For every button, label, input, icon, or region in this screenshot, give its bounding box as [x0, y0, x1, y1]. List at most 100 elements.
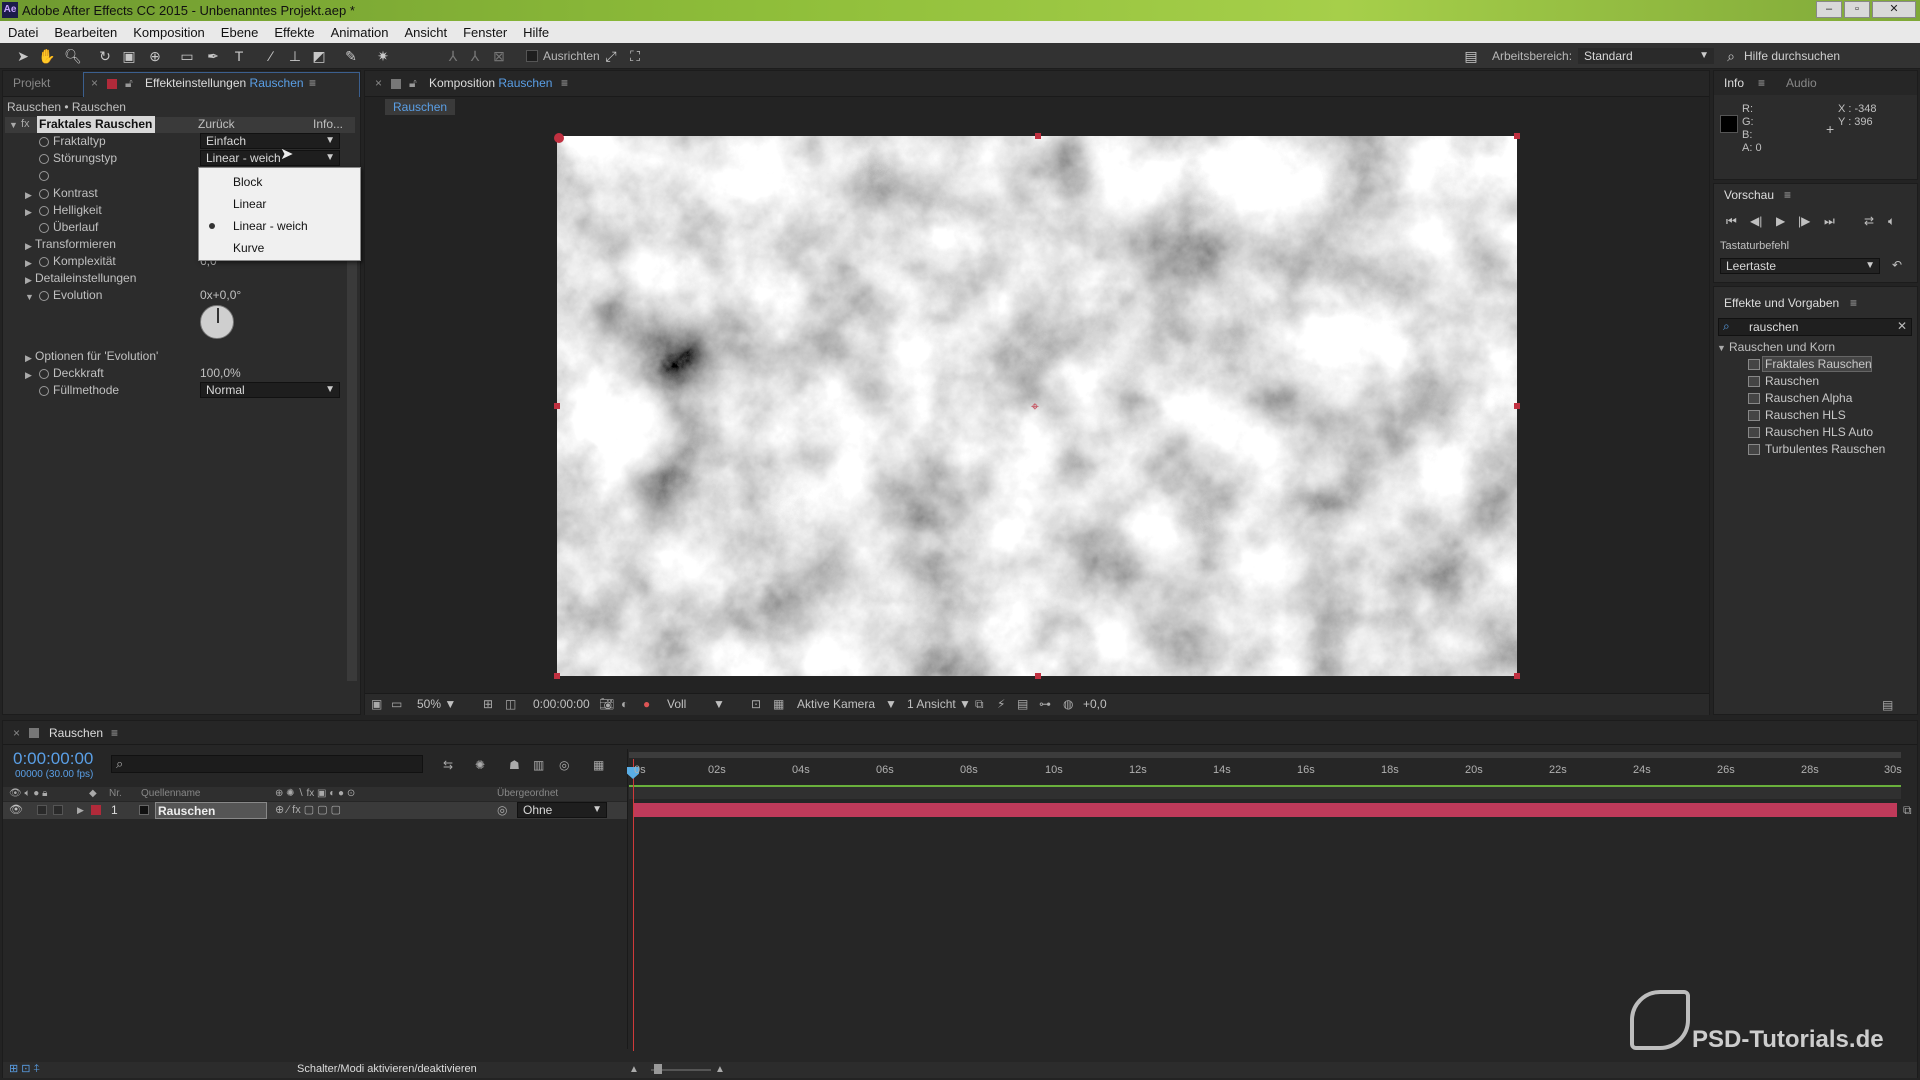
- stopwatch-icon[interactable]: [39, 369, 49, 379]
- layer-expand-icon[interactable]: ▶: [77, 802, 84, 819]
- first-frame-icon[interactable]: ⏮: [1726, 213, 1737, 230]
- option-linear[interactable]: Linear: [199, 193, 359, 215]
- anchor-point-icon[interactable]: ⌖: [1031, 399, 1045, 413]
- menu-datei[interactable]: Datei: [0, 25, 46, 40]
- work-area-bar[interactable]: [629, 752, 1901, 758]
- option-linear-weich[interactable]: Linear - weich: [199, 215, 359, 237]
- mask-visibility-icon[interactable]: ◫: [505, 696, 516, 713]
- shy-layers-icon[interactable]: ☗: [509, 757, 520, 774]
- timeline-timecode[interactable]: 0:00:00:00: [13, 749, 93, 769]
- stopwatch-icon[interactable]: [39, 189, 49, 199]
- toggle-switches-modes[interactable]: Schalter/Modi aktivieren/deaktivieren: [297, 1061, 477, 1078]
- channel-icon[interactable]: ●: [643, 696, 650, 713]
- tab-project[interactable]: Projekt: [13, 71, 50, 95]
- region-of-interest-icon[interactable]: ⊡: [751, 696, 761, 713]
- last-frame-icon[interactable]: ⏭: [1824, 213, 1835, 230]
- info-link[interactable]: Info...: [313, 116, 343, 133]
- snap-options-icon[interactable]: ⛶: [626, 47, 644, 65]
- selection-tool-icon[interactable]: ➤: [14, 47, 32, 65]
- evolution-value[interactable]: 0x+0,0°: [200, 287, 241, 304]
- layer-duration-bar[interactable]: [633, 803, 1897, 817]
- maximize-button[interactable]: ▫: [1844, 1, 1870, 18]
- effect-name[interactable]: Fraktales Rauschen: [37, 116, 155, 133]
- category-expand-icon[interactable]: ▼: [1717, 340, 1726, 357]
- option-block[interactable]: Block: [199, 171, 359, 193]
- transparency-grid-icon[interactable]: ▦: [773, 696, 784, 713]
- stopwatch-icon[interactable]: [39, 386, 49, 396]
- deckkraft-expand-icon[interactable]: ▶: [25, 370, 35, 381]
- resolution-select[interactable]: Voll ▼: [667, 696, 725, 713]
- lock-icon[interactable]: 🔓︎: [125, 71, 133, 95]
- menu-effekte[interactable]: Effekte: [266, 25, 322, 40]
- anchor-handle[interactable]: [554, 133, 564, 143]
- reset-icon[interactable]: ↶: [1892, 257, 1902, 274]
- tab-effect-controls[interactable]: Effekteinstellungen Rauschen: [145, 71, 304, 95]
- menu-ebene[interactable]: Ebene: [213, 25, 267, 40]
- stopwatch-icon[interactable]: [39, 257, 49, 267]
- camera-tool-icon[interactable]: ▣: [120, 47, 138, 65]
- panel-menu-icon[interactable]: ≡: [1850, 295, 1857, 312]
- zoom-out-icon[interactable]: ▲: [629, 1061, 639, 1078]
- preset-rauschen-hls-auto[interactable]: Rauschen HLS Auto: [1765, 424, 1873, 440]
- close-tab-icon[interactable]: ×: [91, 71, 98, 95]
- scrollbar[interactable]: [347, 211, 357, 681]
- text-tool-icon[interactable]: T: [230, 47, 248, 65]
- loop-icon[interactable]: ⇄: [1864, 213, 1874, 230]
- previous-frame-icon[interactable]: ◀|: [1750, 213, 1762, 230]
- exposure-value[interactable]: +0,0: [1083, 696, 1107, 713]
- transform-handle[interactable]: [1514, 403, 1520, 409]
- comp-mini-flowchart-icon[interactable]: ⇆: [443, 757, 453, 774]
- stopwatch-icon[interactable]: [39, 154, 49, 164]
- tab-info[interactable]: Info: [1724, 71, 1744, 95]
- show-snapshot-icon[interactable]: ◐: [621, 696, 628, 713]
- fraktaltyp-select[interactable]: Einfach ▼: [200, 133, 340, 149]
- views-select[interactable]: 1 Ansicht ▼: [907, 696, 971, 713]
- camera-select[interactable]: Aktive Kamera ▼: [797, 696, 897, 713]
- close-button[interactable]: ✕: [1872, 1, 1916, 18]
- monitor-icon[interactable]: ▭: [391, 696, 402, 713]
- shortcut-select[interactable]: Leertaste ▼: [1720, 258, 1880, 274]
- panel-menu-icon[interactable]: ≡: [561, 71, 568, 95]
- transform-handle[interactable]: [554, 673, 560, 679]
- audio-icon[interactable]: 🔈︎: [1888, 213, 1895, 230]
- stopwatch-icon[interactable]: [39, 137, 49, 147]
- preset-rauschen-hls[interactable]: Rauschen HLS: [1765, 407, 1846, 423]
- parent-pickwhip-icon[interactable]: ◎: [497, 802, 507, 819]
- menu-hilfe[interactable]: Hilfe: [515, 25, 557, 40]
- play-icon[interactable]: ▶: [1776, 213, 1785, 230]
- tab-audio[interactable]: Audio: [1786, 71, 1817, 95]
- komplexitaet-expand-icon[interactable]: ▶: [25, 258, 35, 269]
- stoerungstyp-select[interactable]: Linear - weich ▼: [200, 150, 340, 166]
- align-checkbox[interactable]: [526, 50, 538, 62]
- stopwatch-icon[interactable]: [39, 223, 49, 233]
- zoom-tool-icon[interactable]: 🔍︎: [64, 47, 82, 65]
- panel-menu-icon[interactable]: ≡: [309, 71, 316, 95]
- pan-behind-tool-icon[interactable]: ⊕: [146, 47, 164, 65]
- tab-timeline-comp[interactable]: Rauschen: [49, 721, 103, 745]
- solo-checkbox[interactable]: [37, 805, 47, 815]
- effect-expand-icon[interactable]: ▼: [9, 120, 19, 130]
- always-preview-icon[interactable]: ▣: [371, 696, 382, 713]
- evo-options-expand-icon[interactable]: ▶: [25, 353, 35, 364]
- tab-composition[interactable]: Komposition Rauschen: [429, 71, 552, 95]
- frame-blending-icon[interactable]: ▥: [533, 757, 544, 774]
- layer-label-color[interactable]: [91, 805, 101, 815]
- search-input[interactable]: rauschen: [1749, 320, 1798, 334]
- kontrast-expand-icon[interactable]: ▶: [25, 190, 35, 201]
- eraser-tool-icon[interactable]: ◩: [310, 47, 328, 65]
- layer-switches-pane-icon[interactable]: ⊞ ⊡ ⍏: [9, 1061, 40, 1078]
- panel-menu-icon[interactable]: ≡: [111, 721, 118, 745]
- layer-visibility-icon[interactable]: 👁︎: [9, 802, 23, 819]
- panel-menu-icon[interactable]: ≡: [1758, 71, 1765, 95]
- minimize-button[interactable]: –: [1816, 1, 1842, 18]
- close-tab-icon[interactable]: ×: [13, 721, 20, 745]
- menu-fenster[interactable]: Fenster: [455, 25, 515, 40]
- transform-handle[interactable]: [1514, 673, 1520, 679]
- reset-exposure-icon[interactable]: ◍: [1063, 696, 1073, 713]
- parent-select[interactable]: Ohne ▼: [517, 802, 607, 818]
- playhead-line[interactable]: [633, 759, 634, 1051]
- hand-tool-icon[interactable]: ✋: [38, 47, 56, 65]
- motion-blur-icon[interactable]: ◎: [559, 757, 569, 774]
- stopwatch-icon[interactable]: [39, 171, 49, 181]
- work-area-range[interactable]: [629, 785, 1901, 799]
